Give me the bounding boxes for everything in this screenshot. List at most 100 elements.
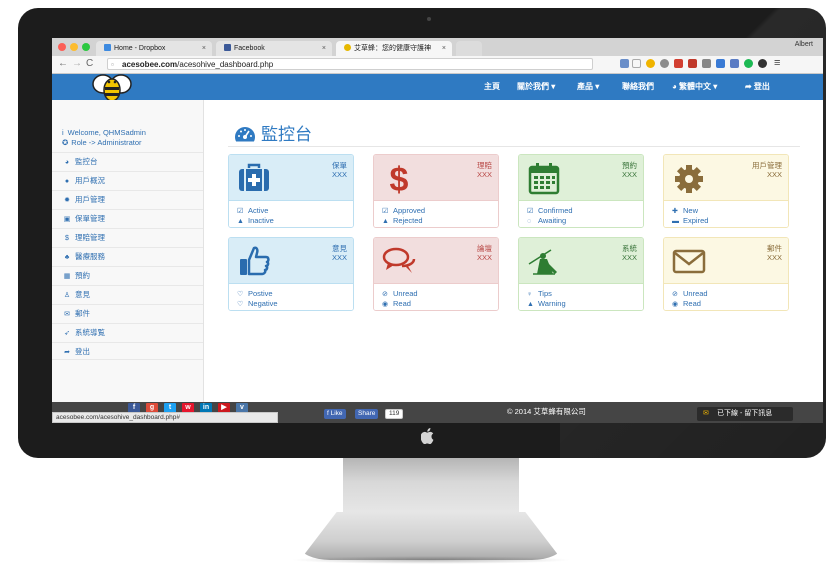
link-awaiting[interactable]: ◌ Awaiting — [527, 216, 566, 226]
link-active[interactable]: ☑ Active — [237, 206, 268, 216]
link-expired[interactable]: ▬ Expired — [672, 216, 708, 226]
new-tab-button[interactable] — [456, 41, 482, 56]
forward-icon[interactable]: → — [72, 58, 82, 70]
sidebar-item-user-management[interactable]: ✹ 用戶管理 — [52, 190, 203, 208]
nav-home[interactable]: 主頁 — [484, 74, 500, 100]
link-read[interactable]: ◉ Read — [672, 299, 701, 309]
link-unread[interactable]: ⊘ Unread — [382, 289, 418, 299]
reload-icon[interactable]: C — [86, 58, 93, 70]
minimize-window-icon[interactable] — [70, 43, 78, 51]
sidebar-item-logout[interactable]: ➦ 登出 — [52, 342, 203, 360]
link-rejected[interactable]: ▲ Rejected — [382, 216, 423, 226]
profile-name[interactable]: Albert — [795, 41, 813, 48]
link-confirmed[interactable]: ☑ Confirmed — [527, 206, 573, 216]
link-negative[interactable]: ♡ Negative — [237, 299, 278, 309]
page-title: 監控台 — [235, 120, 312, 145]
sidebar-item-user-overview[interactable]: ● 用戶概況 — [52, 171, 203, 189]
gear-icon: ✪ — [62, 138, 69, 147]
tab-title: 艾草蜂：您的健康守護神 — [354, 45, 431, 52]
tab-acesobee[interactable]: 艾草蜂：您的健康守護神 × — [336, 41, 452, 56]
sidebar-item-medical-services[interactable]: ♣ 醫療服務 — [52, 247, 203, 265]
extension-icon[interactable] — [744, 59, 753, 68]
extension-icon[interactable] — [730, 59, 739, 68]
link-text: Postive — [248, 289, 273, 298]
extension-icon[interactable] — [716, 59, 725, 68]
extension-icon[interactable] — [660, 59, 669, 68]
tab-close-icon[interactable]: × — [442, 41, 446, 56]
tab-close-icon[interactable]: × — [322, 41, 326, 56]
close-window-icon[interactable] — [58, 43, 66, 51]
card-label: 郵件 — [767, 244, 782, 253]
link-text: Read — [393, 299, 411, 308]
extension-icon[interactable] — [758, 59, 767, 68]
extension-icon[interactable] — [702, 59, 711, 68]
sidebar-item-dashboard[interactable]: ◕ 監控台 — [52, 152, 203, 170]
extension-icon[interactable] — [688, 59, 697, 68]
dashboard-icon — [235, 127, 255, 142]
link-text: Approved — [393, 206, 426, 215]
dashboard-icon: ◕ — [64, 159, 70, 166]
extension-icon[interactable] — [620, 59, 629, 68]
sidebar-item-label: 登出 — [75, 347, 90, 356]
calendar-icon: ▦ — [63, 273, 71, 280]
zoom-window-icon[interactable] — [82, 43, 90, 51]
card-policies[interactable]: 保單 XXX ☑ Active ▲ Inactive — [228, 154, 354, 228]
checkbox-icon: ☑ — [237, 208, 244, 215]
medical-icon: ♣ — [64, 254, 70, 261]
nav-logout[interactable]: ➦ 登出 — [745, 74, 770, 100]
link-positive[interactable]: ♡ Postive — [237, 289, 273, 299]
tab-facebook[interactable]: Facebook × — [216, 41, 332, 56]
card-links: ☑ Confirmed ◌ Awaiting — [519, 200, 643, 227]
link-tips[interactable]: ♀ Tips — [527, 289, 552, 299]
bookmark-star-icon[interactable] — [632, 59, 641, 68]
gmail-icon[interactable] — [674, 59, 683, 68]
back-icon[interactable]: ← — [58, 58, 68, 70]
card-mail[interactable]: 郵件 XXX ⊘ Unread ◉ Read — [663, 237, 789, 311]
chat-widget[interactable]: ✉ 已下線 - 留下訊息 — [697, 407, 793, 421]
nav-about[interactable]: 關於我們 ▾ — [517, 74, 555, 100]
tab-dropbox[interactable]: Home - Dropbox × — [96, 41, 212, 56]
url-host: acesobee.com — [122, 60, 178, 69]
link-read[interactable]: ◉ Read — [382, 299, 411, 309]
nav-language[interactable]: ◕ 繁體中文 ▾ — [672, 74, 717, 100]
card-count: XXX — [621, 170, 637, 179]
sidebar-item-label: 意見 — [75, 290, 90, 299]
tab-close-icon[interactable]: × — [202, 41, 206, 56]
card-forum[interactable]: 論壇 XXX ⊘ Unread ◉ Read — [373, 237, 499, 311]
card-system[interactable]: 系統 XXX ♀ Tips ▲ Warning — [518, 237, 644, 311]
card-feedback[interactable]: 意見 XXX ♡ Postive ♡ Negative — [228, 237, 354, 311]
menu-icon[interactable]: ≡ — [774, 57, 780, 69]
nav-contact[interactable]: 聯絡我們 — [622, 74, 654, 100]
link-approved[interactable]: ☑ Approved — [382, 206, 425, 216]
sidebar-item-mail[interactable]: ✉ 郵件 — [52, 304, 203, 322]
link-unread[interactable]: ⊘ Unread — [672, 289, 708, 299]
sidebar-item-feedback[interactable]: ♙ 意見 — [52, 285, 203, 303]
checkbox-icon: ☑ — [382, 208, 389, 215]
link-text: Confirmed — [538, 206, 573, 215]
card-label: 論壇 — [477, 244, 492, 253]
link-inactive[interactable]: ▲ Inactive — [237, 216, 274, 226]
facebook-like-button[interactable]: f Like — [324, 409, 346, 419]
address-bar[interactable]: ▫ acesobee.com/acesohive_dashboard.php — [107, 58, 593, 70]
cog-icon — [675, 165, 703, 193]
sidebar-item-policy-management[interactable]: ▣ 保單管理 — [52, 209, 203, 227]
card-appointments[interactable]: 預約 XXX ☑ Confirmed ◌ Awaiting — [518, 154, 644, 228]
bee-logo-icon[interactable] — [90, 70, 134, 104]
sidebar-item-appointments[interactable]: ▦ 預約 — [52, 266, 203, 284]
link-new[interactable]: ✚ New — [672, 206, 698, 216]
card-claims[interactable]: $ 理賠 XXX ☑ Approved ▲ Rejected — [373, 154, 499, 228]
info-icon: i — [62, 128, 64, 137]
card-user-management[interactable]: 用戶管理 XXX ✚ New ▬ Expired — [663, 154, 789, 228]
card-links: ♀ Tips ▲ Warning — [519, 283, 643, 310]
link-warning[interactable]: ▲ Warning — [527, 299, 566, 309]
nav-products[interactable]: 產品 ▾ — [577, 74, 599, 100]
sidebar-item-claims-management[interactable]: $ 理賠管理 — [52, 228, 203, 246]
sidebar-item-system-guide[interactable]: ➶ 系統導覧 — [52, 323, 203, 341]
card-header: 論壇 XXX — [374, 238, 498, 283]
card-count: XXX — [766, 170, 782, 179]
sidebar-item-label: 保單管理 — [75, 214, 105, 223]
chrome-extension-icon[interactable] — [646, 59, 655, 68]
camera-icon — [427, 17, 431, 21]
facebook-share-button[interactable]: Share — [355, 409, 379, 419]
link-text: Tips — [538, 289, 552, 298]
